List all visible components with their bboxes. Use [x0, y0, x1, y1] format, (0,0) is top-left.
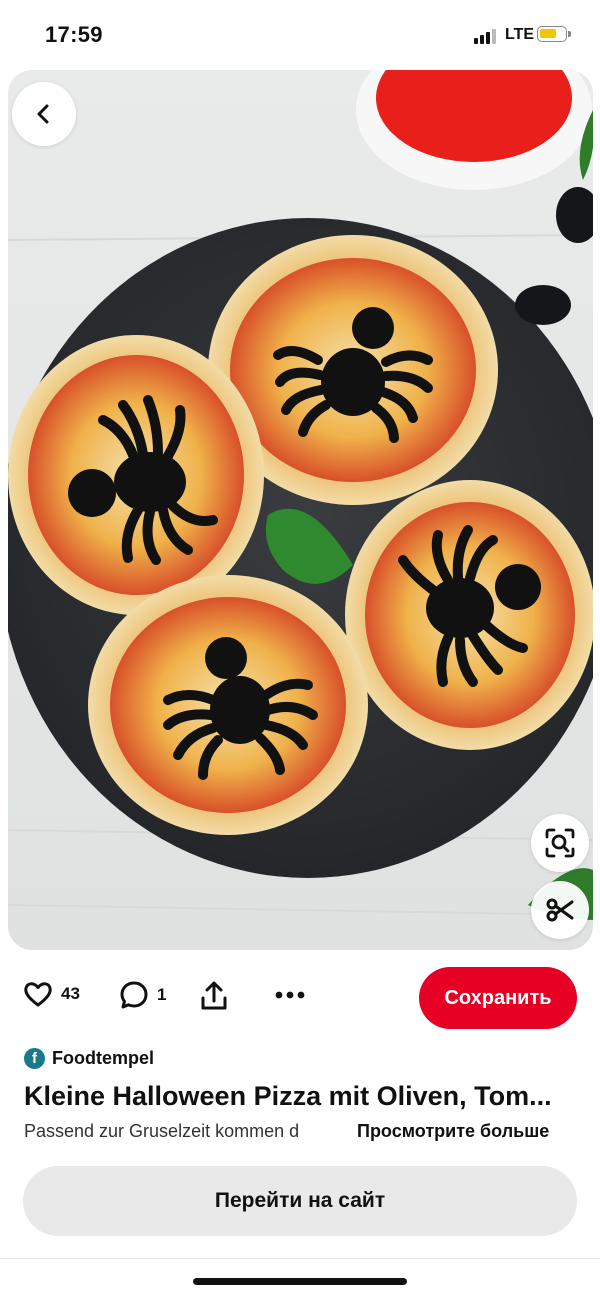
home-indicator[interactable] [193, 1278, 407, 1285]
speech-bubble-icon [120, 981, 148, 1009]
more-options-button[interactable] [273, 980, 307, 1010]
pin-image[interactable] [8, 70, 593, 950]
save-button[interactable]: Сохранить [419, 967, 577, 1029]
heart-icon [24, 982, 52, 1007]
visit-site-button[interactable]: Перейти на сайт [23, 1166, 577, 1236]
battery-icon [537, 26, 571, 42]
pizza-right [345, 480, 593, 750]
see-more-link[interactable]: Просмотрите больше [357, 1121, 549, 1142]
comment-button[interactable]: 1 [119, 980, 166, 1010]
chevron-left-icon [37, 104, 49, 124]
source-name[interactable]: Foodtempel [52, 1048, 154, 1069]
divider [0, 1258, 600, 1259]
pin-source[interactable]: f Foodtempel [24, 1048, 154, 1069]
status-bar: 17:59 LTE [0, 0, 600, 66]
comment-count: 1 [157, 985, 167, 1004]
share-icon [201, 981, 227, 1010]
facebook-icon: f [24, 1048, 45, 1069]
pin-description: Passend zur Gruselzeit kommen d [24, 1121, 300, 1141]
share-button[interactable] [199, 980, 229, 1012]
like-button[interactable]: 43 [23, 980, 80, 1008]
pizza-left [8, 335, 264, 615]
scissors-icon [546, 898, 574, 922]
pin-title: Kleine Halloween Pizza mit Oliven, Tom..… [24, 1081, 552, 1111]
pizza-bottom [88, 575, 368, 835]
status-time: 17:59 [45, 22, 103, 47]
more-dots-icon [275, 991, 305, 999]
cutout-button[interactable] [531, 881, 589, 939]
network-type: LTE [505, 26, 535, 43]
visual-search-icon [545, 828, 575, 858]
pizza-photo [8, 70, 593, 920]
back-button[interactable] [12, 82, 76, 146]
visual-search-button[interactable] [531, 814, 589, 872]
action-bar: 43 1 Сохранить [0, 965, 600, 1031]
signal-icon [474, 28, 498, 44]
like-count: 43 [61, 984, 80, 1003]
